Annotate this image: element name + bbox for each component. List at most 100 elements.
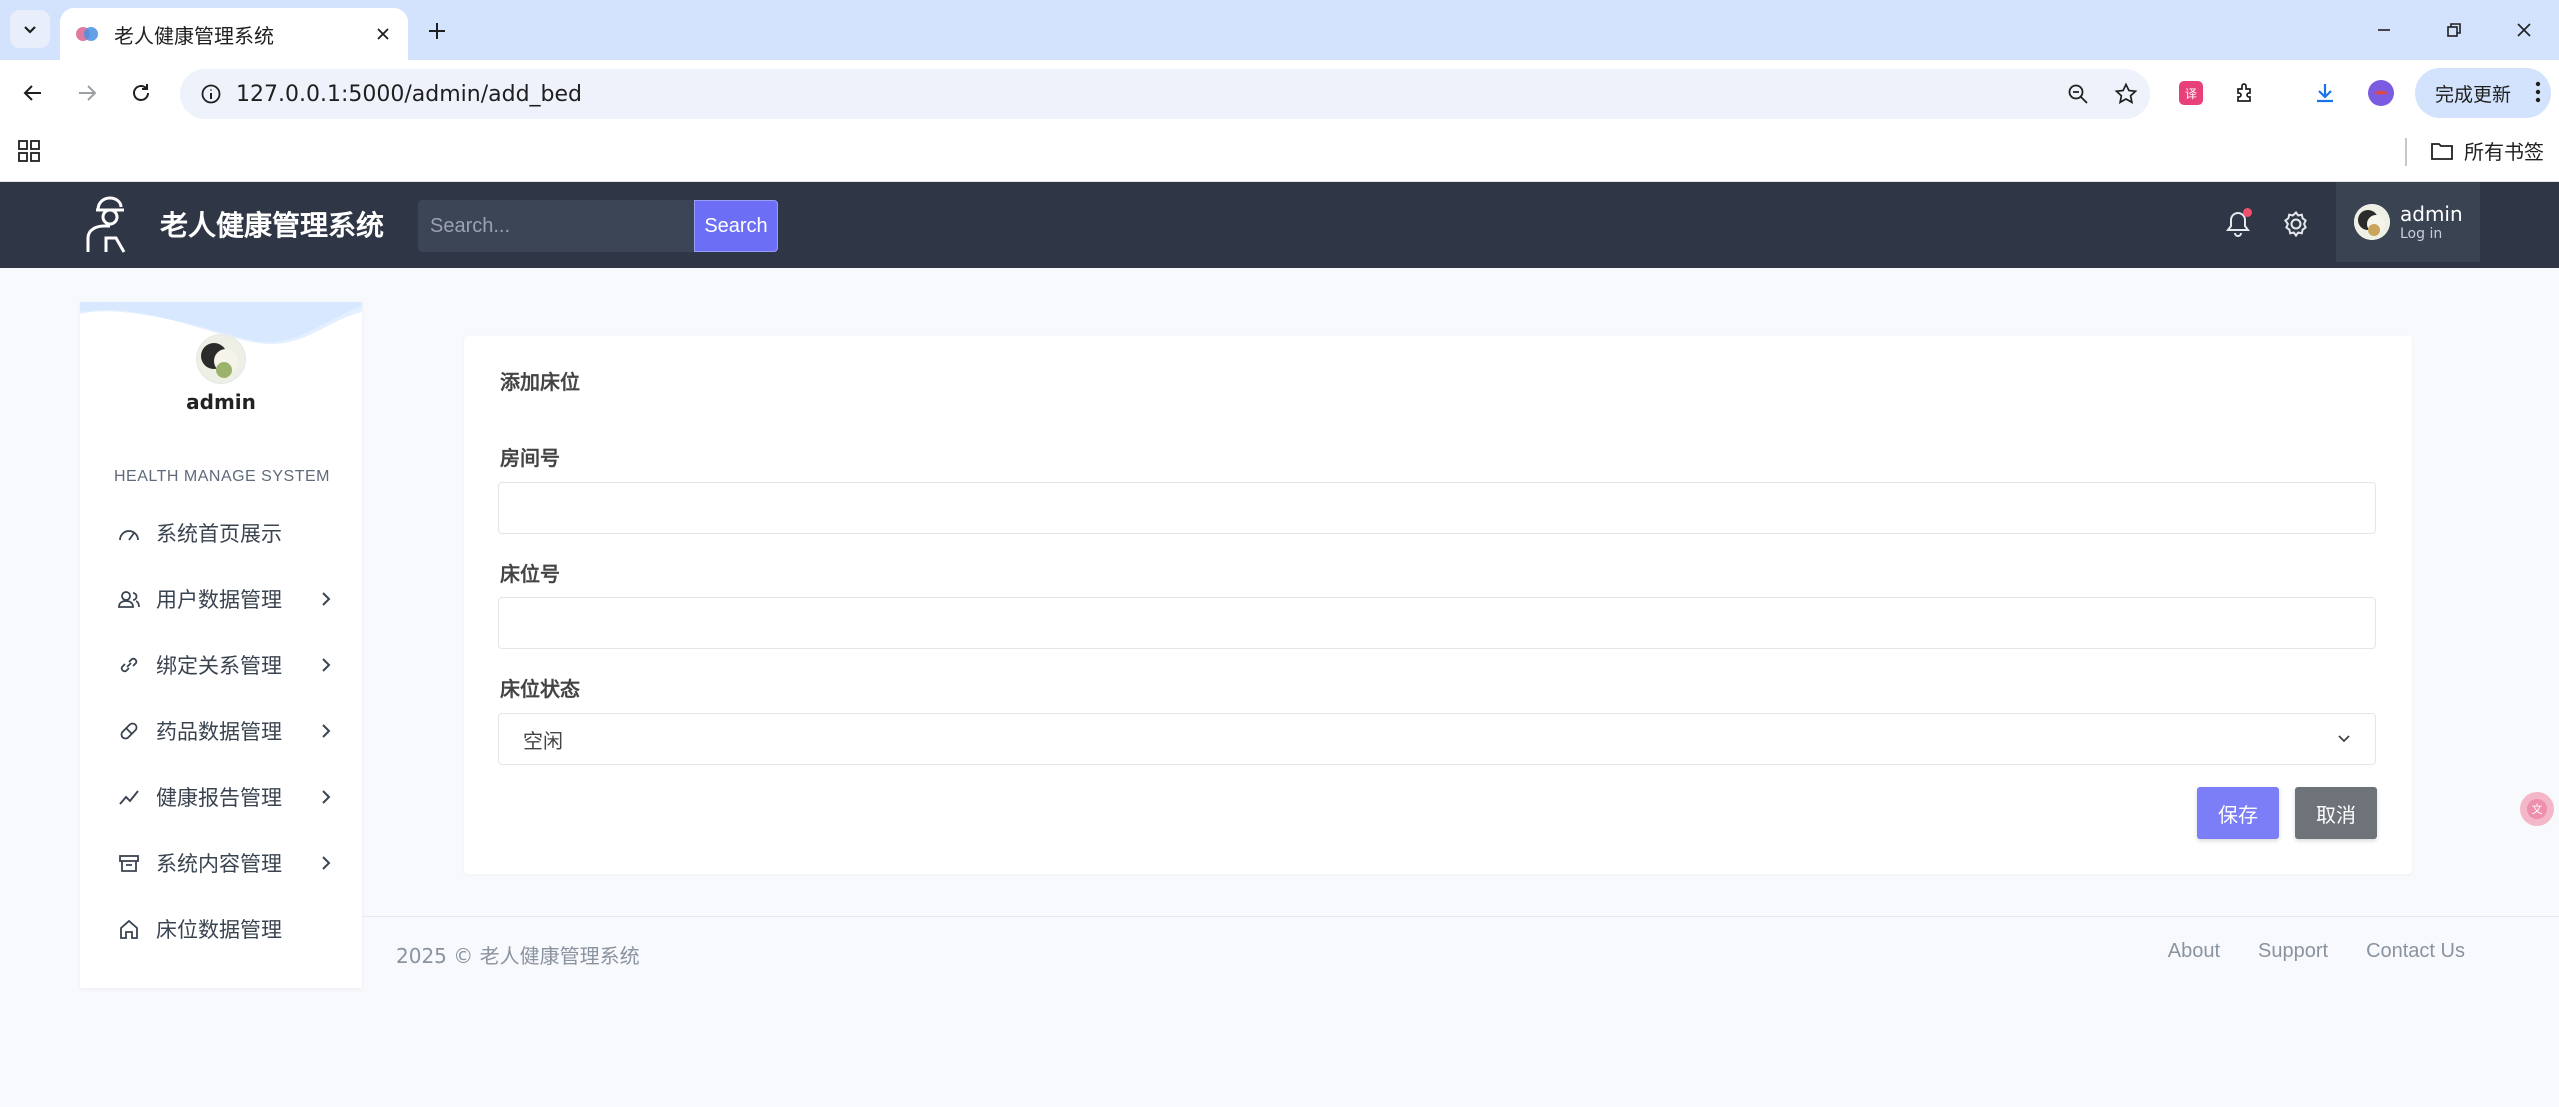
sidebar-item-label: 系统内容管理 (156, 852, 282, 876)
panda-avatar-icon (2354, 204, 2390, 240)
user-menu[interactable]: admin Log in (2336, 182, 2480, 262)
card-title: 添加床位 (500, 370, 580, 394)
avatar (2354, 204, 2390, 240)
sidebar-user-name: admin (186, 390, 256, 414)
close-window-button[interactable] (2489, 0, 2559, 60)
update-button[interactable]: 完成更新 (2415, 68, 2551, 118)
footer-link-support[interactable]: Support (2258, 940, 2328, 963)
sidebar-item-beds[interactable]: 床位数据管理 (116, 904, 336, 954)
chevron-right-icon (316, 657, 336, 673)
sidebar-item-label: 床位数据管理 (156, 918, 282, 942)
sidebar-item-reports[interactable]: 健康报告管理 (116, 772, 336, 822)
sidebar-item-medicines[interactable]: 药品数据管理 (116, 706, 336, 756)
minimize-button[interactable] (2349, 0, 2419, 60)
browser-tab-strip: 老人健康管理系统 (0, 0, 2559, 60)
sidebar-item-label: 健康报告管理 (156, 786, 282, 810)
chevron-right-icon (316, 591, 336, 607)
link-icon (116, 654, 142, 676)
notification-dot (2243, 208, 2252, 217)
download-icon[interactable] (2306, 74, 2344, 112)
sidebar-heading: HEALTH MANAGE SYSTEM (114, 468, 330, 485)
bookmark-star-icon[interactable] (2102, 82, 2150, 106)
all-bookmarks-folder[interactable]: 所有书签 (2430, 136, 2544, 165)
arrow-right-icon (79, 85, 97, 101)
sidebar-item-label: 用户数据管理 (156, 588, 282, 612)
restore-button[interactable] (2419, 0, 2489, 60)
footer-divider (362, 916, 2559, 917)
address-bar[interactable]: 127.0.0.1:5000/admin/add_bed (180, 69, 2150, 119)
window-controls (2349, 0, 2559, 60)
sidebar-item-content[interactable]: 系统内容管理 (116, 838, 336, 888)
chevron-right-icon (316, 855, 336, 871)
notifications-button[interactable] (2218, 204, 2258, 244)
forward-button[interactable] (68, 74, 106, 112)
home-icon (116, 918, 142, 940)
sidebar-item-label: 绑定关系管理 (156, 654, 282, 678)
save-button[interactable]: 保存 (2197, 787, 2279, 839)
extensions-puzzle-icon[interactable] (2227, 74, 2265, 112)
sidebar-avatar (196, 334, 246, 384)
apps-grid-icon[interactable] (16, 138, 42, 168)
new-tab-button[interactable] (420, 14, 454, 48)
sidebar-item-users[interactable]: 用户数据管理 (116, 574, 336, 624)
browser-tab-active[interactable]: 老人健康管理系统 (60, 8, 408, 60)
tab-title: 老人健康管理系统 (114, 23, 274, 48)
browser-toolbar: 127.0.0.1:5000/admin/add_bed 译 完成更新 (0, 60, 2559, 126)
folder-icon (2431, 142, 2453, 160)
reload-button[interactable] (122, 74, 160, 112)
sidebar-item-bindings[interactable]: 绑定关系管理 (116, 640, 336, 690)
profile-avatar-icon[interactable] (2362, 74, 2400, 112)
svg-text:译: 译 (2185, 87, 2197, 101)
bed-number-input[interactable] (498, 597, 2376, 649)
search-input[interactable] (418, 200, 694, 252)
bed-number-label: 床位号 (500, 562, 560, 586)
bed-status-select[interactable]: 空闲 (498, 713, 2376, 765)
zoom-icon[interactable] (2054, 83, 2102, 105)
translate-extension-icon[interactable]: 译 (2172, 74, 2210, 112)
search-button[interactable]: Search (694, 200, 778, 252)
elderly-logo-icon[interactable] (80, 194, 136, 254)
footer-link-about[interactable]: About (2168, 940, 2220, 963)
all-bookmarks-label: 所有书签 (2464, 140, 2544, 164)
settings-button[interactable] (2276, 204, 2316, 244)
room-number-input[interactable] (498, 482, 2376, 534)
more-vert-icon (2535, 81, 2541, 103)
cancel-button[interactable]: 取消 (2295, 787, 2377, 839)
app-favicon-icon (76, 23, 98, 45)
footer-copyright: 2025 © 老人健康管理系统 (396, 944, 640, 968)
dashboard-icon (116, 524, 142, 542)
arrow-left-icon (23, 85, 41, 101)
bed-status-label: 床位状态 (500, 677, 580, 701)
chevron-down-icon (2338, 735, 2350, 743)
back-button[interactable] (14, 74, 52, 112)
chart-line-icon (116, 788, 142, 806)
users-icon (116, 589, 142, 609)
floating-translate-icon[interactable]: 文 (2520, 792, 2554, 826)
close-icon (2517, 23, 2531, 37)
sidebar-item-dashboard[interactable]: 系统首页展示 (116, 508, 336, 558)
chevron-down-icon (24, 26, 36, 34)
sidebar: admin HEALTH MANAGE SYSTEM 系统首页展示 用户数据管理… (80, 302, 362, 988)
chevron-right-icon (316, 723, 336, 739)
add-bed-card: 添加床位 房间号 床位号 床位状态 空闲 保存 取消 (464, 336, 2412, 874)
update-label: 完成更新 (2435, 83, 2512, 106)
plus-icon (429, 23, 445, 39)
site-info-icon[interactable] (186, 83, 236, 105)
sidebar-item-label: 药品数据管理 (156, 720, 282, 744)
pill-icon (116, 720, 142, 742)
footer-links: About Support Contact Us (2168, 940, 2465, 963)
archive-icon (116, 853, 142, 873)
gear-icon (2284, 210, 2307, 238)
svg-text:文: 文 (2532, 802, 2543, 816)
room-number-label: 房间号 (500, 446, 560, 470)
chevron-right-icon (316, 789, 336, 805)
url-text: 127.0.0.1:5000/admin/add_bed (236, 81, 582, 107)
minimize-icon (2378, 29, 2390, 31)
panda-avatar-icon (198, 336, 244, 382)
footer-link-contact[interactable]: Contact Us (2366, 940, 2465, 963)
header-search: Search (418, 200, 778, 252)
bookmarks-divider (2405, 138, 2407, 166)
tab-search-button[interactable] (10, 10, 50, 48)
sidebar-item-label: 系统首页展示 (156, 522, 282, 546)
tab-close-icon[interactable] (368, 19, 398, 49)
